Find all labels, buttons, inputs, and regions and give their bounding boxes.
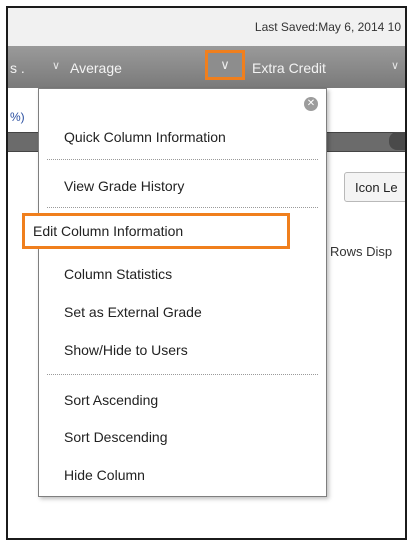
- menu-item-sort-ascending[interactable]: Sort Ascending: [39, 386, 326, 414]
- menu-item-sort-descending[interactable]: Sort Descending: [39, 423, 326, 451]
- menu-divider: [47, 207, 318, 208]
- column-header-partial: s .: [10, 60, 25, 76]
- scrollbar-thumb[interactable]: [389, 132, 405, 150]
- screenshot-frame: Last Saved:May 6, 2014 10 s . ∨ Average …: [6, 6, 407, 540]
- close-icon[interactable]: ✕: [304, 97, 318, 111]
- menu-item-column-statistics[interactable]: Column Statistics: [39, 260, 326, 288]
- extra-credit-menu-button[interactable]: ∨: [205, 50, 245, 80]
- chevron-down-icon: ∨: [220, 57, 230, 72]
- last-saved-text: Last Saved:May 6, 2014 10: [254, 20, 401, 34]
- column-context-menu: ✕ Quick Column Information View Grade Hi…: [38, 88, 327, 497]
- icon-legend-button[interactable]: Icon Le: [344, 172, 405, 202]
- chevron-down-icon[interactable]: ∨: [50, 60, 62, 72]
- menu-item-quick-column-info[interactable]: Quick Column Information: [39, 123, 326, 151]
- menu-item-hide-column[interactable]: Hide Column: [39, 461, 326, 489]
- menu-item-view-grade-history[interactable]: View Grade History: [39, 172, 326, 200]
- edit-column-info-label: Edit Column Information: [33, 223, 184, 239]
- menu-item-show-hide-users[interactable]: Show/Hide to Users: [39, 336, 326, 364]
- column-header-extra-credit[interactable]: Extra Credit: [252, 60, 326, 76]
- chevron-down-icon[interactable]: ∨: [389, 60, 401, 72]
- percent-fragment: %): [10, 110, 25, 124]
- rows-displayed-label: Rows Disp: [330, 244, 393, 259]
- column-header-average[interactable]: Average: [70, 60, 122, 76]
- menu-item-edit-column-info[interactable]: Edit Column Information: [22, 213, 290, 249]
- menu-divider: [47, 159, 318, 160]
- menu-divider: [47, 374, 318, 375]
- menu-item-set-external-grade[interactable]: Set as External Grade: [39, 298, 326, 326]
- status-bar: Last Saved:May 6, 2014 10: [8, 8, 405, 46]
